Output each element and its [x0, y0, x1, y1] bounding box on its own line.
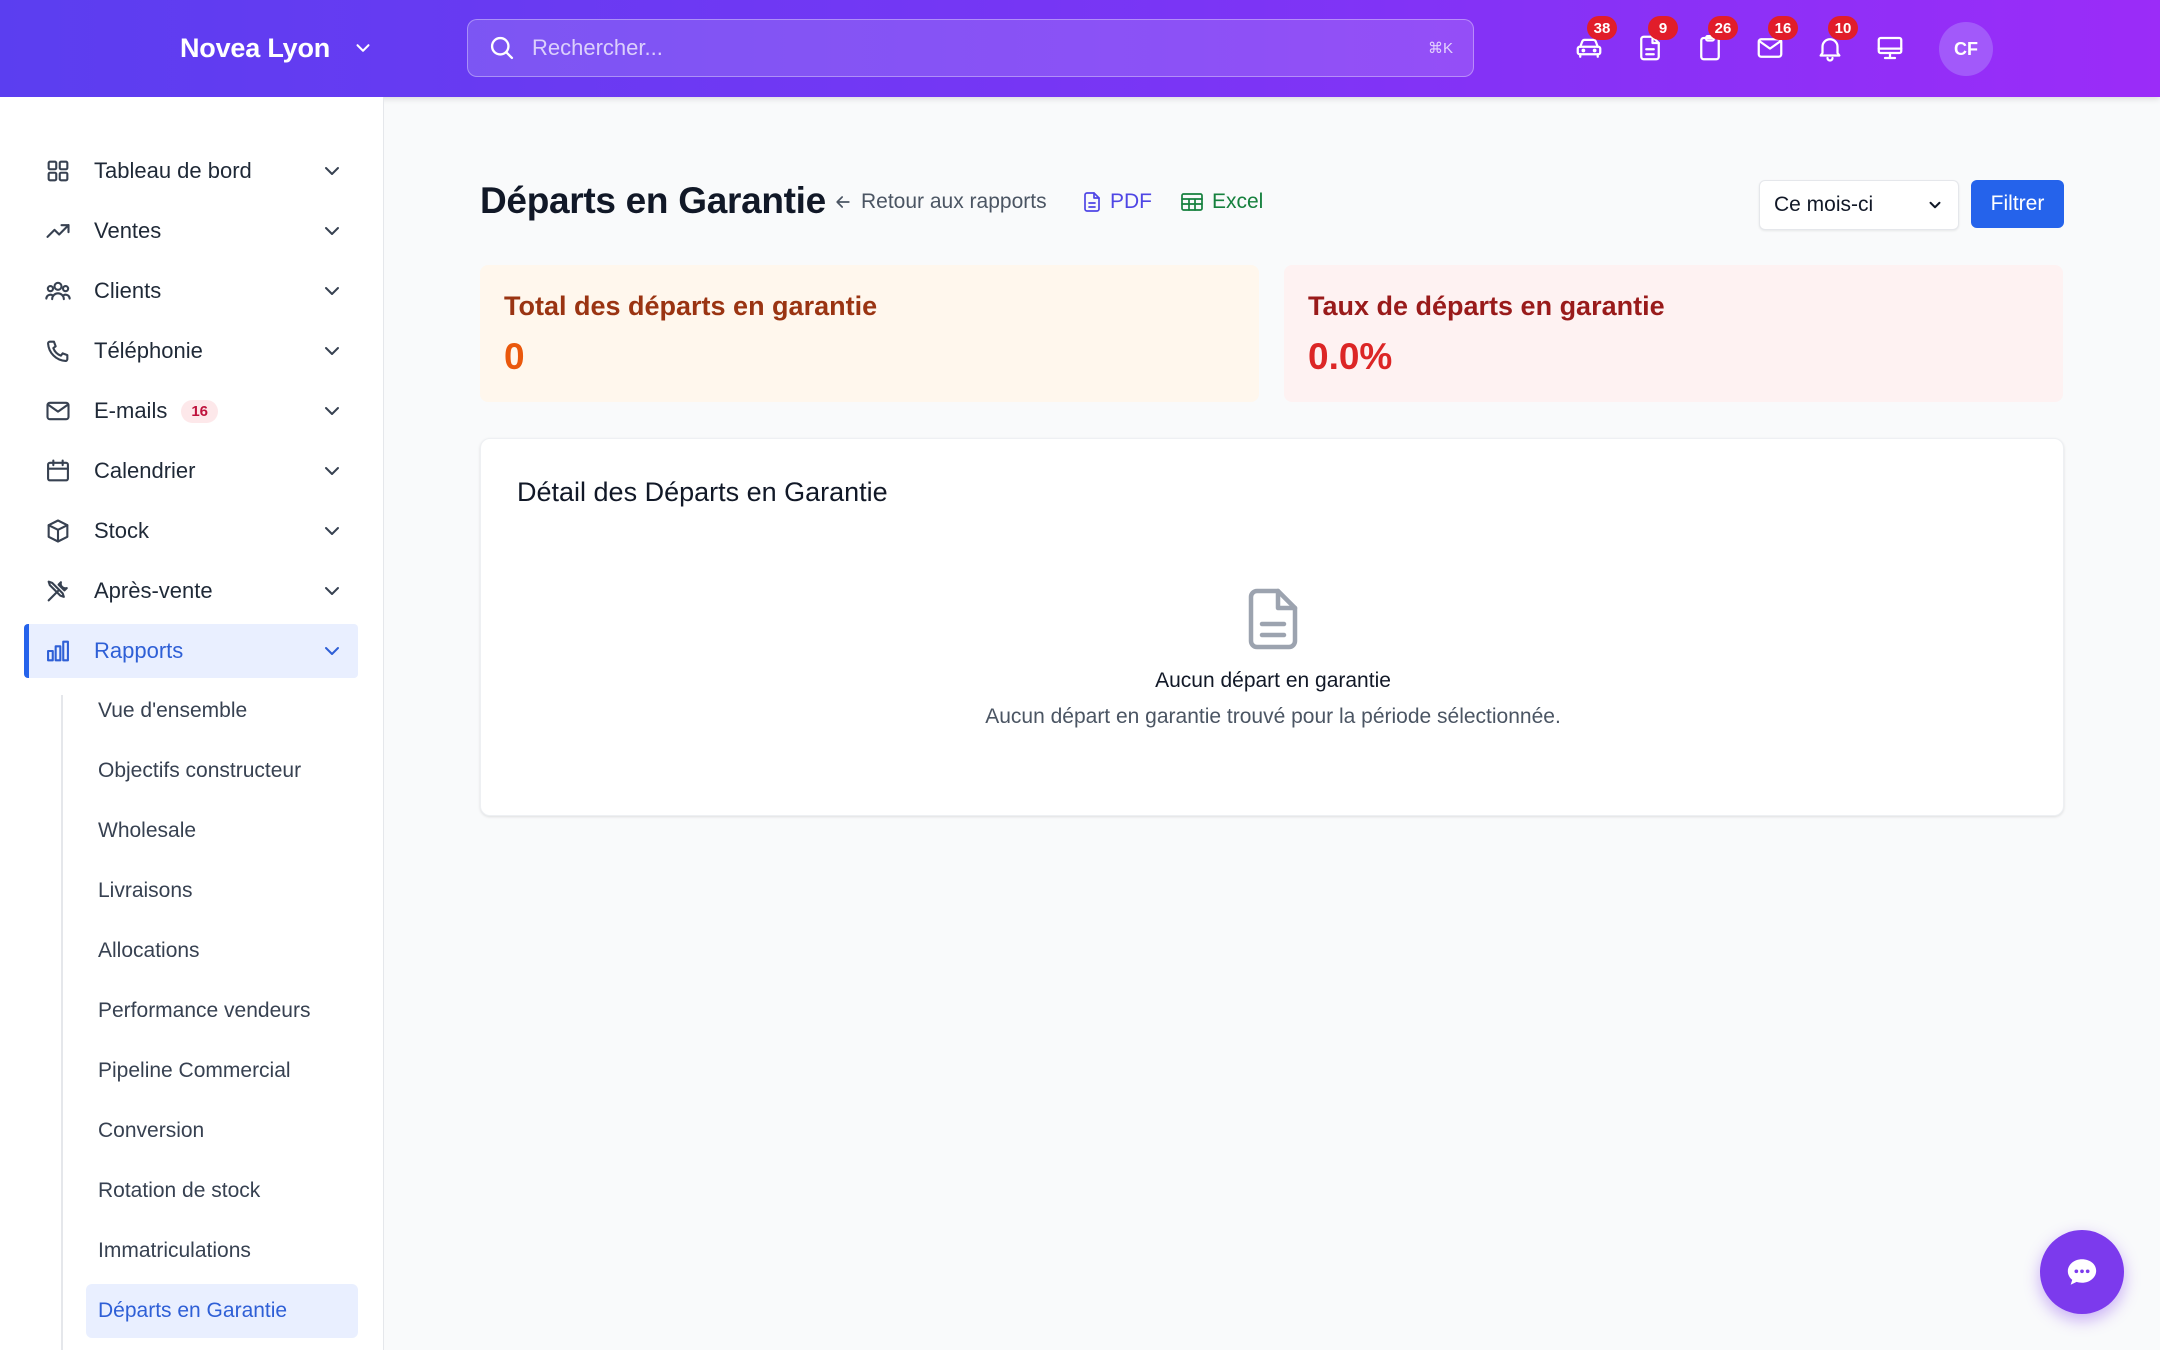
mail-icon [44, 397, 72, 425]
chevron-down-icon [325, 527, 339, 535]
sidebar-subitem-vue-ensemble[interactable]: Vue d'ensemble [86, 684, 358, 738]
documents-badge: 9 [1648, 16, 1678, 40]
empty-state-title: Aucun départ en garantie [1155, 669, 1391, 692]
sidebar-subitem-allocations[interactable]: Allocations [86, 924, 358, 978]
sidebar-item-stock[interactable]: Stock [24, 504, 358, 558]
sidebar-item-label: Après-vente [94, 578, 213, 603]
sidebar-item-label: Clients [94, 278, 162, 303]
box-icon [44, 517, 72, 545]
notifications-badge: 10 [1828, 16, 1858, 40]
sidebar-item-label: Tableau de bord [94, 158, 252, 183]
back-link-label: Retour aux rapports [861, 190, 1047, 213]
top-bar: Novea Lyon ⌘K 38 9 26 16 10 CF [0, 0, 2160, 97]
sidebar-item-calendrier[interactable]: Calendrier [24, 444, 358, 498]
search-icon [490, 36, 514, 60]
sidebar-item-clients[interactable]: Clients [24, 264, 358, 318]
sidebar-subitem-livraisons[interactable]: Livraisons [86, 864, 358, 918]
sidebar-subitem-departs-garantie[interactable]: Départs en Garantie [86, 1284, 358, 1338]
car-badge: 38 [1587, 16, 1617, 40]
search-input[interactable] [532, 35, 1428, 61]
chevron-down-icon [325, 647, 339, 655]
chevron-down-icon [325, 167, 339, 175]
filter-button[interactable]: Filtrer [1971, 180, 2064, 228]
sidebar-subitem-performance-vendeurs[interactable]: Performance vendeurs [86, 984, 358, 1038]
tasks-badge: 26 [1708, 16, 1738, 40]
stat-value: 0.0% [1308, 336, 1393, 377]
chevron-down-icon [356, 44, 370, 52]
sidebar-item-label: Calendrier [94, 458, 196, 483]
documents-button[interactable]: 9 [1632, 16, 1678, 66]
sidebar-item-label: Stock [94, 518, 150, 543]
excel-label: Excel [1212, 190, 1264, 213]
sidebar-subitem-immatriculations[interactable]: Immatriculations [86, 1224, 358, 1278]
brand-switcher[interactable]: Novea Lyon [180, 28, 374, 68]
pdf-label: PDF [1110, 190, 1152, 213]
export-pdf-button[interactable]: PDF [1082, 190, 1152, 214]
chevron-down-icon [1929, 201, 1941, 209]
submenu-divider [61, 695, 63, 1350]
stat-title: Total des départs en garantie [504, 291, 878, 321]
warranty-rate-stat-card: Taux de départs en garantie 0.0% [1284, 265, 2063, 402]
chevron-down-icon [325, 347, 339, 355]
calendar-icon [44, 457, 72, 485]
sidebar-subitem-pipeline-commercial[interactable]: Pipeline Commercial [86, 1044, 358, 1098]
monitor-icon [1877, 36, 1903, 60]
car-button[interactable]: 38 [1571, 16, 1617, 66]
chevron-down-icon [325, 287, 339, 295]
sidebar-item-ventes[interactable]: Ventes [24, 204, 358, 258]
trending-up-icon [44, 217, 72, 245]
sidebar: Tableau de bord Ventes Clients Téléphoni… [0, 97, 384, 1350]
page-title: Départs en Garantie [480, 180, 826, 221]
spreadsheet-icon [1181, 193, 1203, 211]
search-shortcut: ⌘K [1427, 40, 1453, 57]
empty-state-description: Aucun départ en garantie trouvé pour la … [985, 705, 1561, 728]
back-to-reports-link[interactable]: Retour aux rapports [833, 190, 1047, 214]
pdf-file-icon [1084, 192, 1100, 212]
detail-card-title: Détail des Départs en Garantie [517, 477, 888, 507]
detail-card: Détail des Départs en Garantie Aucun dép… [480, 438, 2064, 816]
export-excel-button[interactable]: Excel [1180, 190, 1263, 214]
sidebar-item-tableau-de-bord[interactable]: Tableau de bord [24, 144, 358, 198]
emails-count-badge: 16 [181, 399, 219, 423]
tools-icon [44, 577, 72, 605]
chat-bubble-icon [2067, 1259, 2097, 1285]
mail-button[interactable]: 16 [1752, 16, 1798, 66]
notifications-button[interactable]: 10 [1812, 16, 1858, 66]
sidebar-item-label: Ventes [94, 218, 162, 243]
sidebar-item-emails[interactable]: E-mails 16 [24, 384, 358, 438]
sidebar-subitem-conversion[interactable]: Conversion [86, 1104, 358, 1158]
sidebar-item-telephonie[interactable]: Téléphonie [24, 324, 358, 378]
phone-icon [44, 337, 72, 365]
stat-value: 0 [504, 336, 525, 377]
sidebar-item-label: Téléphonie [94, 338, 203, 363]
arrow-left-icon [836, 196, 850, 208]
bar-chart-icon [44, 637, 72, 665]
stat-title: Taux de départs en garantie [1308, 291, 1665, 321]
chevron-down-icon [325, 227, 339, 235]
sidebar-item-label: E-mails [94, 398, 168, 423]
sidebar-subitem-objectifs-constructeur[interactable]: Objectifs constructeur [86, 744, 358, 798]
tasks-button[interactable]: 26 [1692, 16, 1738, 66]
grid-icon [44, 157, 72, 185]
document-icon [1245, 587, 1301, 651]
total-warranty-stat-card: Total des départs en garantie 0 [480, 265, 1259, 402]
search-bar[interactable]: ⌘K [467, 19, 1474, 77]
mail-badge: 16 [1768, 16, 1798, 40]
sidebar-subitem-rotation-stock[interactable]: Rotation de stock [86, 1164, 358, 1218]
sidebar-subitem-wholesale[interactable]: Wholesale [86, 804, 358, 858]
chevron-down-icon [325, 407, 339, 415]
sidebar-item-rapports[interactable]: Rapports [24, 624, 358, 678]
chevron-down-icon [325, 587, 339, 595]
sidebar-item-apres-vente[interactable]: Après-vente [24, 564, 358, 618]
period-selected-value: Ce mois-ci [1774, 193, 1874, 216]
chat-button[interactable] [2040, 1230, 2124, 1314]
users-icon [44, 277, 72, 305]
user-avatar[interactable]: CF [1939, 22, 1993, 76]
sidebar-item-label: Rapports [94, 638, 184, 663]
display-button[interactable] [1872, 30, 1908, 66]
brand-name: Novea Lyon [180, 32, 331, 63]
chevron-down-icon [325, 467, 339, 475]
period-select[interactable]: Ce mois-ci [1759, 180, 1959, 230]
